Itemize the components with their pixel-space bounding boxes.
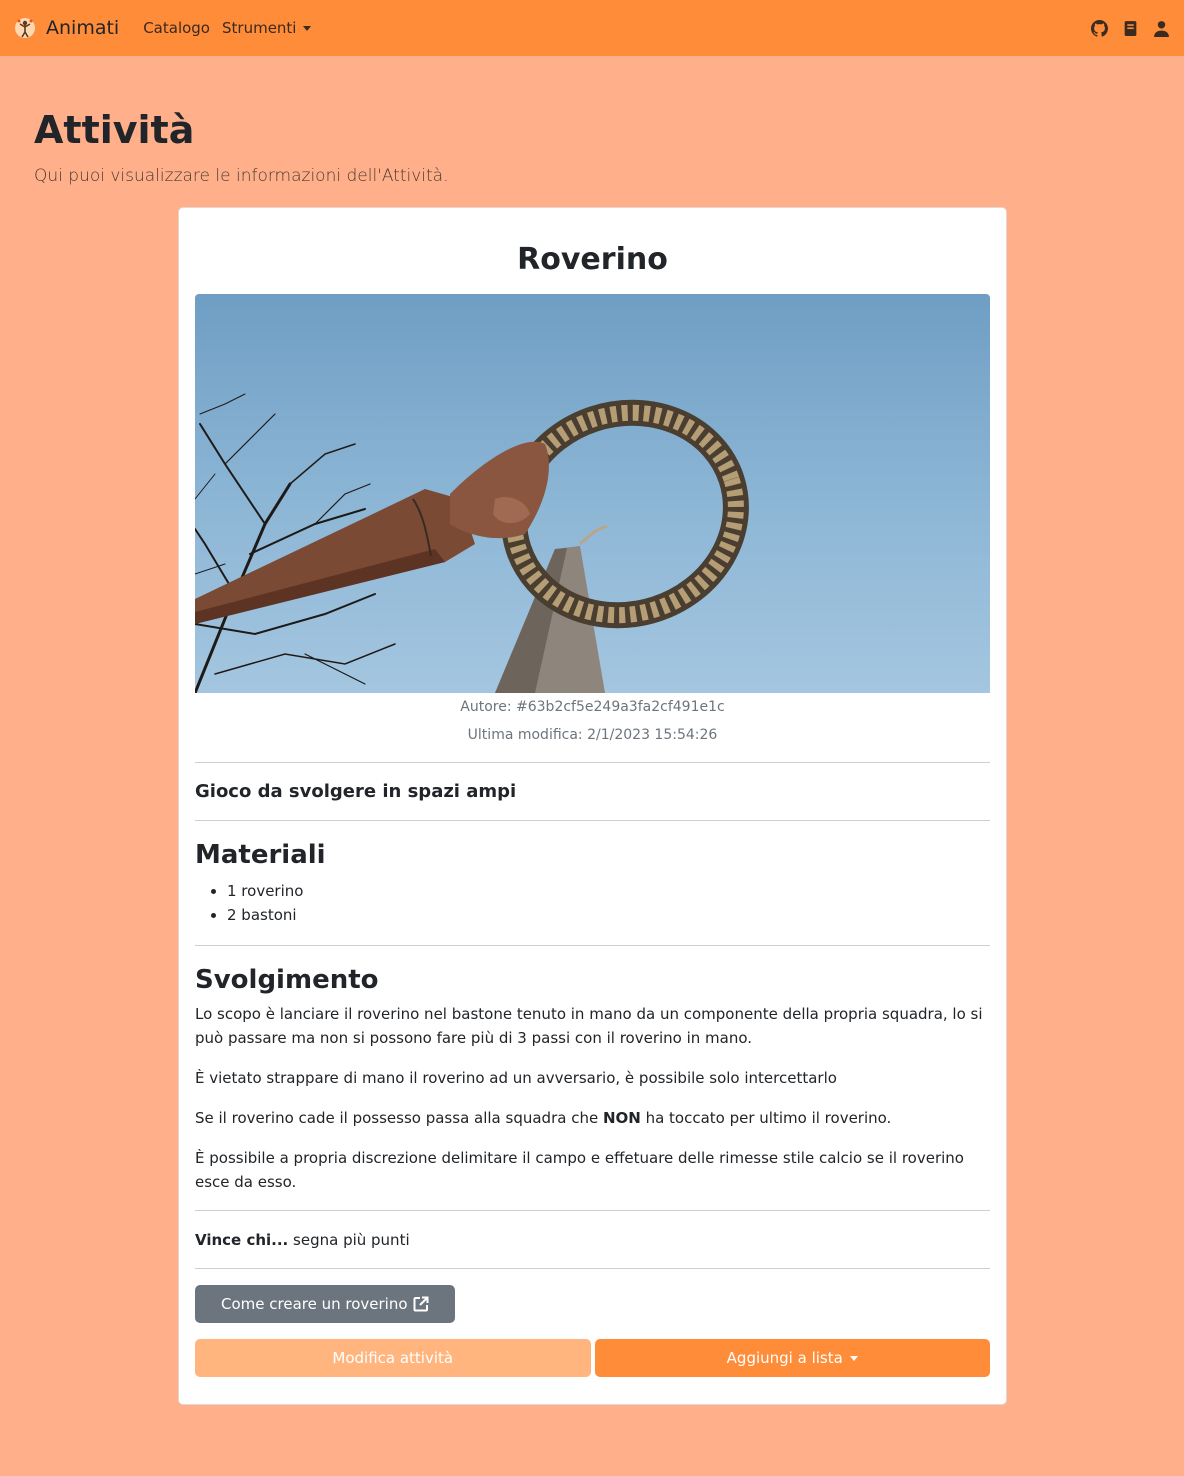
navbar: Animati Catalogo Strumenti <box>0 0 1184 56</box>
brand-name: Animati <box>46 17 120 39</box>
add-to-list-label: Aggiungi a lista <box>726 1349 843 1367</box>
materials-section: Materiali 1 roverino 2 bastoni <box>195 821 990 927</box>
activity-title: Roverino <box>517 242 668 277</box>
juggler-logo-icon <box>15 18 35 38</box>
chevron-down-icon <box>849 1355 858 1361</box>
divider <box>195 1268 990 1269</box>
nav-catalogo[interactable]: Catalogo <box>143 19 210 37</box>
edit-activity-button[interactable]: Modifica attività <box>195 1339 591 1377</box>
activity-meta: Autore: #63b2cf5e249a3fa2cf491e1c Ultima… <box>195 693 990 749</box>
nav-strumenti-label: Strumenti <box>222 19 297 37</box>
activity-card: Roverino Autore: #63b2cf5e249a3fa2cf491e… <box>178 207 1007 1405</box>
procedure-section: Svolgimento Lo scopo è lanciare il rover… <box>195 946 990 1194</box>
materials-list: 1 roverino 2 bastoni <box>195 879 990 927</box>
user-icon[interactable] <box>1153 20 1170 37</box>
bold-non: NON <box>602 1109 641 1127</box>
list-item: 1 roverino <box>227 879 990 903</box>
chevron-down-icon <box>303 25 312 31</box>
external-link-icon <box>413 1296 429 1312</box>
procedure-heading: Svolgimento <box>195 965 379 995</box>
howto-label: Come creare un roverino <box>221 1295 408 1313</box>
howto-link-button[interactable]: Come creare un roverino <box>195 1285 455 1323</box>
procedure-paragraph: Se il roverino cade il possesso passa al… <box>195 1109 892 1127</box>
activity-photo <box>195 294 990 693</box>
list-item: 2 bastoni <box>227 903 990 927</box>
win-condition: Vince chi... segna più punti <box>195 1211 990 1268</box>
win-label: Vince chi... <box>195 1231 289 1249</box>
roverino-photo-image <box>195 393 749 693</box>
page-lead: Qui puoi visualizzare le informazioni de… <box>34 166 449 186</box>
author-text: Autore: #63b2cf5e249a3fa2cf491e1c <box>460 699 725 715</box>
page-title: Attività <box>34 108 195 152</box>
github-icon[interactable] <box>1091 19 1108 37</box>
last-modified-text: Ultima modifica: 2/1/2023 15:54:26 <box>467 727 718 743</box>
activity-category: Gioco da svolgere in spazi ampi <box>195 781 517 802</box>
win-text: segna più punti <box>288 1231 410 1249</box>
add-to-list-dropdown[interactable]: Aggiungi a lista <box>594 1339 990 1377</box>
procedure-paragraph: Lo scopo è lanciare il roverino nel bast… <box>195 1005 983 1047</box>
procedure-paragraph: È possibile a propria discrezione delimi… <box>195 1149 964 1191</box>
nav-icons <box>1091 19 1170 37</box>
procedure-paragraph: È vietato strappare di mano il roverino … <box>195 1069 837 1087</box>
action-buttons: Modifica attività Aggiungi a lista <box>195 1339 990 1377</box>
page-header: Attività Qui puoi visualizzare le inform… <box>0 56 1184 186</box>
nav-strumenti-dropdown[interactable]: Strumenti <box>222 19 312 37</box>
book-icon[interactable] <box>1122 20 1139 37</box>
materials-heading: Materiali <box>195 840 326 870</box>
brand-link[interactable]: Animati <box>14 17 119 39</box>
